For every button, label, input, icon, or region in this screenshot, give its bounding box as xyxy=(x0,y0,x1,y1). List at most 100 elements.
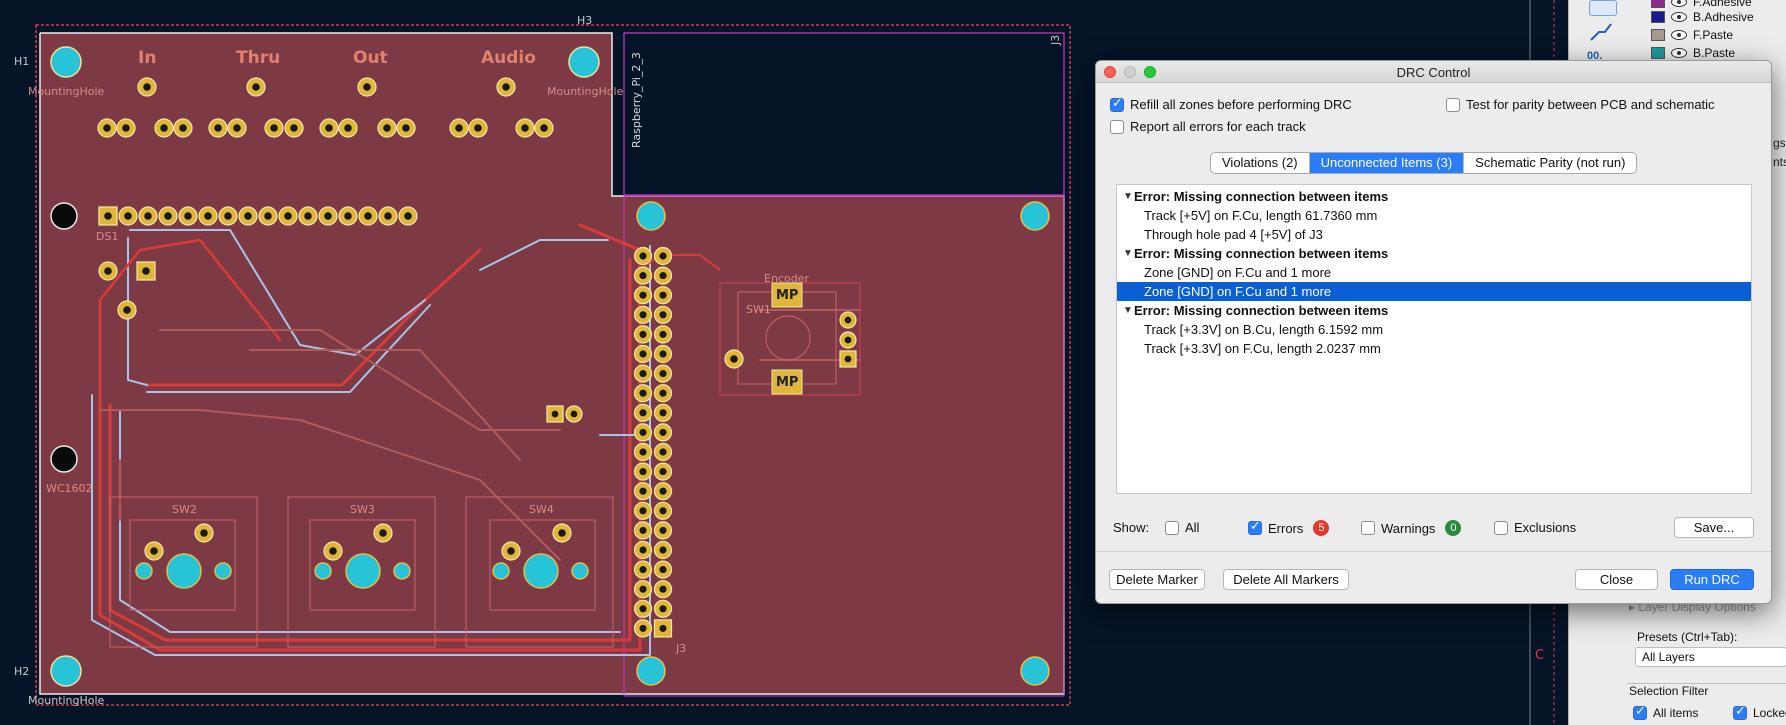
visibility-eye-icon[interactable] xyxy=(1671,12,1687,22)
pcb-pad-hole xyxy=(659,526,667,534)
filter-all-items-checkbox[interactable] xyxy=(1633,704,1647,720)
disclosure-triangle-icon[interactable]: ▼ xyxy=(1123,301,1133,320)
visibility-eye-icon[interactable] xyxy=(1671,48,1687,58)
run-drc-button[interactable]: Run DRC xyxy=(1670,569,1754,590)
close-button[interactable]: Close xyxy=(1575,569,1658,590)
drc-tabs: Violations (2) Unconnected Items (3) Sch… xyxy=(1210,152,1638,174)
list-item[interactable]: Track [+3.3V] on B.Cu, length 6.1592 mm xyxy=(1117,320,1751,339)
pcb-pad-hole xyxy=(639,605,647,613)
error-group-2[interactable]: ▼ Error: Missing connection between item… xyxy=(1117,244,1751,263)
pcb-pad-hole xyxy=(233,124,241,132)
report-all-errors-label: Report all errors for each track xyxy=(1130,119,1306,134)
pcb-pad-hole xyxy=(304,212,312,220)
pcb-pad-hole xyxy=(142,267,150,275)
tab-violations[interactable]: Violations (2) xyxy=(1211,153,1310,173)
delete-marker-button[interactable]: Delete Marker xyxy=(1109,569,1205,590)
layer-row-f-paste[interactable]: F.Paste xyxy=(1651,27,1733,43)
layer-name: F.Paste xyxy=(1693,28,1734,42)
visibility-eye-icon[interactable] xyxy=(1671,0,1687,7)
label-mounting-hole-1: MountingHole xyxy=(28,85,105,98)
label-mounting-hole-3: MountingHole xyxy=(28,694,105,707)
pcb-pad-hole xyxy=(659,487,667,495)
list-item-selected[interactable]: Zone [GND] on F.Cu and 1 more xyxy=(1117,282,1751,301)
label-out: Out xyxy=(353,48,388,68)
refill-zones-option[interactable]: Refill all zones before performing DRC xyxy=(1110,96,1352,112)
pcb-pad-hole xyxy=(659,546,667,554)
pcb-pad-hole xyxy=(639,428,647,436)
pcb-pad-hole xyxy=(659,389,667,397)
pcb-pad-hole xyxy=(379,529,387,537)
pcb-pad-hole xyxy=(639,546,647,554)
report-all-errors-option[interactable]: Report all errors for each track xyxy=(1110,119,1306,134)
delete-all-markers-button[interactable]: Delete All Markers xyxy=(1223,569,1349,590)
show-all-checkbox[interactable] xyxy=(1165,520,1179,535)
pcb-pad-hole xyxy=(659,350,667,358)
visibility-eye-icon[interactable] xyxy=(1671,30,1687,40)
error-group-3[interactable]: ▼ Error: Missing connection between item… xyxy=(1117,301,1751,320)
list-item[interactable]: Track [+5V] on F.Cu, length 61.7360 mm xyxy=(1117,206,1751,225)
presets-label: Presets (Ctrl+Tab): xyxy=(1637,630,1738,644)
show-exclusions-checkbox[interactable] xyxy=(1494,520,1508,535)
tab-unconnected-items[interactable]: Unconnected Items (3) xyxy=(1309,153,1465,173)
show-exclusions-option[interactable]: Exclusions xyxy=(1494,520,1576,535)
disclosure-triangle-icon[interactable]: ▼ xyxy=(1123,187,1133,206)
show-errors-checkbox[interactable] xyxy=(1248,519,1262,535)
show-all-option[interactable]: All xyxy=(1165,520,1199,535)
pcb-pad-hole xyxy=(507,547,515,555)
pcb-pad-hole xyxy=(639,330,647,338)
disclosure-triangle-icon[interactable]: ▼ xyxy=(1123,244,1133,263)
panel-truncated-text-2: nts xyxy=(1773,155,1786,169)
test-parity-option[interactable]: Test for parity between PCB and schemati… xyxy=(1446,97,1715,112)
layer-name: B.Adhesive xyxy=(1693,10,1754,24)
presets-select[interactable]: All Layers xyxy=(1635,647,1786,667)
show-errors-option[interactable]: Errors 5 xyxy=(1248,519,1330,536)
filter-locked[interactable]: Locked xyxy=(1733,704,1786,720)
pcb-pad-hole xyxy=(639,409,647,417)
show-warnings-checkbox[interactable] xyxy=(1361,521,1375,535)
list-item[interactable]: Zone [GND] on F.Cu and 1 more xyxy=(1117,263,1751,282)
pcb-pad-hole xyxy=(639,311,647,319)
layer-swatch[interactable] xyxy=(1651,0,1665,8)
test-parity-checkbox[interactable] xyxy=(1446,97,1460,112)
toolbar-button-top[interactable] xyxy=(1589,0,1617,16)
layer-swatch[interactable] xyxy=(1651,47,1665,59)
pcb-pad-hole xyxy=(659,370,667,378)
show-warnings-option[interactable]: Warnings 0 xyxy=(1361,520,1462,536)
dialog-titlebar[interactable]: DRC Control xyxy=(1096,61,1771,83)
pcb-pad-hole xyxy=(659,330,667,338)
refill-zones-checkbox[interactable] xyxy=(1110,96,1124,112)
tab-schematic-parity[interactable]: Schematic Parity (not run) xyxy=(1464,153,1636,173)
pcb-pad-hole xyxy=(290,124,298,132)
label-sw4: SW4 xyxy=(529,503,554,516)
list-item[interactable]: Through hole pad 4 [+5V] of J3 xyxy=(1117,225,1751,244)
layer-swatch[interactable] xyxy=(1651,29,1665,41)
report-all-errors-checkbox[interactable] xyxy=(1110,119,1124,134)
label-sw1: SW1 xyxy=(746,303,771,316)
show-warnings-label: Warnings xyxy=(1381,520,1436,536)
route-track-icon[interactable] xyxy=(1587,18,1615,46)
pcb-pad-hole xyxy=(639,566,647,574)
pcb-pad-hole xyxy=(324,212,332,220)
filter-locked-label: Locked xyxy=(1753,706,1786,720)
unconnected-items-list[interactable]: ▼ Error: Missing connection between item… xyxy=(1116,184,1752,494)
pcb-pad-hole xyxy=(214,124,222,132)
layer-swatch[interactable] xyxy=(1651,11,1665,23)
pcb-pad-hole xyxy=(363,83,371,91)
filter-locked-checkbox[interactable] xyxy=(1733,704,1747,720)
filter-all-items[interactable]: All items xyxy=(1633,704,1699,720)
pcb-pad-hole xyxy=(844,316,852,324)
drc-control-dialog: DRC Control Refill all zones before perf… xyxy=(1095,60,1772,604)
error-text: Error: Missing connection between items xyxy=(1134,303,1389,318)
save-button[interactable]: Save... xyxy=(1674,517,1754,538)
show-exclusions-label: Exclusions xyxy=(1514,520,1577,535)
label-mounting-hole-2: MountingHole xyxy=(547,85,624,98)
filter-all-items-label: All items xyxy=(1653,706,1699,720)
warnings-count-badge: 0 xyxy=(1445,520,1462,536)
pcb-pad-hole xyxy=(502,83,510,91)
list-item[interactable]: Track [+3.3V] on F.Cu, length 2.0237 mm xyxy=(1117,339,1751,358)
layer-row-b-paste[interactable]: B.Paste xyxy=(1651,45,1735,61)
layer-row-b-adhesive[interactable]: B.Adhesive xyxy=(1651,9,1754,25)
pcb-pad-hole xyxy=(184,212,192,220)
show-errors-label: Errors xyxy=(1268,520,1304,536)
error-group-1[interactable]: ▼ Error: Missing connection between item… xyxy=(1117,187,1751,206)
